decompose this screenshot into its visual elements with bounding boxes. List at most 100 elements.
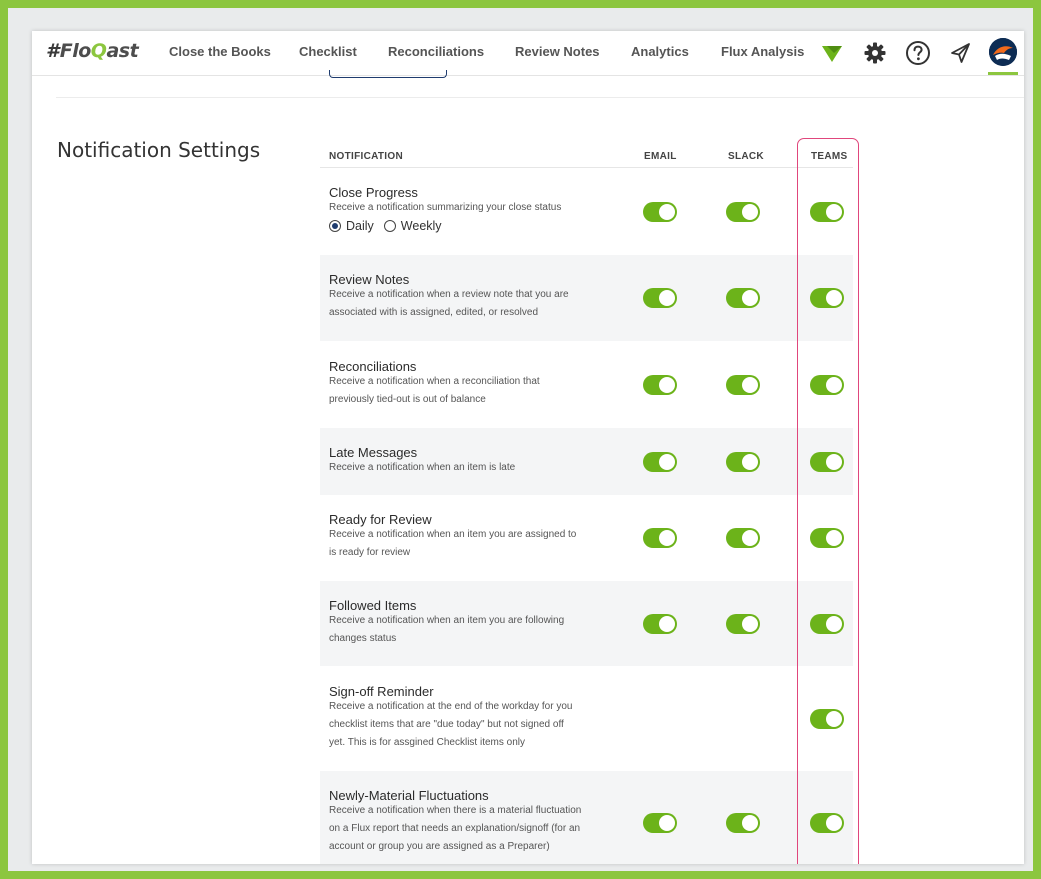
section-title: Notification Settings	[57, 138, 261, 162]
email-toggle[interactable]	[643, 528, 677, 548]
teams-toggle[interactable]	[810, 614, 844, 634]
send-icon[interactable]	[948, 40, 974, 66]
teams-toggle[interactable]	[810, 288, 844, 308]
email-toggle[interactable]	[643, 452, 677, 472]
radio-daily[interactable]: Daily	[329, 219, 374, 233]
toggle-knob	[826, 815, 842, 831]
notification-table: NOTIFICATION EMAIL SLACK TEAMS Close Pro…	[320, 148, 853, 864]
table-row: Reconciliations Receive a notification wh…	[320, 341, 853, 428]
notification-description: account or group you are assigned as a P…	[329, 841, 550, 852]
gear-icon[interactable]	[862, 40, 888, 66]
radio-button[interactable]	[383, 220, 396, 232]
toggle-knob	[659, 530, 675, 546]
teams-toggle[interactable]	[810, 375, 844, 395]
slack-toggle[interactable]	[726, 375, 760, 395]
table-body: Close Progress Receive a notification sum…	[320, 168, 853, 864]
toggle-knob	[826, 290, 842, 306]
screenshot-frame: # Flo Qast Close the Books Checklist Recon…	[8, 8, 1033, 871]
email-toggle[interactable]	[643, 288, 677, 308]
radio-button[interactable]	[329, 220, 341, 232]
toggle-knob	[826, 530, 842, 546]
logo-flo: Flo	[59, 40, 92, 62]
notification-title: Ready for Review	[329, 512, 432, 527]
teams-toggle[interactable]	[810, 528, 844, 548]
user-avatar-button[interactable]	[988, 38, 1018, 75]
toggle-knob	[742, 530, 758, 546]
slack-toggle[interactable]	[726, 202, 760, 222]
section-divider	[56, 97, 1024, 98]
header-teams: TEAMS	[811, 151, 848, 162]
notification-description: Receive a notification at the end of the…	[329, 701, 573, 712]
toggle-knob	[742, 204, 758, 220]
table-row: Ready for Review Receive a notification w…	[320, 495, 853, 581]
nav-checklist[interactable]: Checklist	[299, 44, 357, 59]
teams-toggle[interactable]	[810, 452, 844, 472]
notification-title: Late Messages	[329, 445, 418, 460]
notification-description: Receive a notification when an item you …	[329, 529, 577, 540]
floqast-logo[interactable]: # Flo Qast	[46, 38, 139, 64]
toggle-knob	[742, 616, 758, 632]
notification-title: Review Notes	[329, 272, 410, 287]
teams-toggle[interactable]	[810, 202, 844, 222]
email-toggle[interactable]	[643, 202, 677, 222]
radio-weekly[interactable]: Weekly	[383, 219, 442, 233]
toggle-knob	[826, 616, 842, 632]
toggle-knob	[742, 377, 758, 393]
teams-toggle[interactable]	[810, 709, 844, 729]
teams-toggle[interactable]	[810, 813, 844, 833]
app-window: # Flo Qast Close the Books Checklist Recon…	[32, 31, 1024, 864]
email-toggle[interactable]	[643, 813, 677, 833]
nav-analytics[interactable]: Analytics	[631, 44, 689, 59]
header-notification: NOTIFICATION	[329, 151, 403, 162]
notification-description: Receive a notification when a reconcilia…	[329, 376, 540, 387]
notification-description: Receive a notification when a review not…	[329, 289, 569, 300]
notification-title: Newly-Material Fluctuations	[329, 788, 489, 803]
notification-description: checklist items that are "due today" but…	[329, 719, 564, 730]
table-row: Review Notes Receive a notification when …	[320, 255, 853, 341]
toggle-knob	[659, 454, 675, 470]
frequency-radio-group: Daily Weekly	[329, 219, 452, 233]
notification-title: Close Progress	[329, 185, 418, 200]
nav-close-the-books[interactable]: Close the Books	[169, 44, 271, 59]
notification-description: previously tied-out is out of balance	[329, 394, 486, 405]
slack-toggle[interactable]	[726, 813, 760, 833]
settings-content: Notification Settings NOTIFICATION EMAIL…	[32, 70, 1024, 864]
notification-description: is ready for review	[329, 547, 411, 558]
radio-label: Weekly	[400, 219, 442, 233]
notification-title: Reconciliations	[329, 359, 417, 374]
table-row: Late Messages Receive a notification when…	[320, 428, 853, 495]
toggle-knob	[659, 290, 675, 306]
cut-off-button[interactable]	[329, 70, 447, 78]
toggle-knob	[742, 454, 758, 470]
help-icon[interactable]	[905, 40, 931, 66]
toggle-knob	[742, 815, 758, 831]
toggle-knob	[826, 711, 842, 727]
header-email: EMAIL	[644, 151, 677, 162]
toggle-knob	[659, 377, 675, 393]
slack-toggle[interactable]	[726, 528, 760, 548]
email-toggle[interactable]	[643, 614, 677, 634]
toggle-knob	[742, 290, 758, 306]
toggle-knob	[659, 616, 675, 632]
email-toggle[interactable]	[643, 375, 677, 395]
nav-flux-analysis[interactable]: Flux Analysis	[721, 44, 804, 59]
toggle-knob	[826, 454, 842, 470]
floqast-chevron-icon[interactable]	[819, 40, 845, 66]
notification-description: Receive a notification summarizing your …	[329, 202, 562, 213]
radio-label: Daily	[346, 219, 374, 233]
table-row: Sign-off Reminder Receive a notification …	[320, 666, 853, 771]
table-row: Followed Items Receive a notification whe…	[320, 581, 853, 666]
logo-ast: ast	[106, 40, 139, 62]
slack-toggle[interactable]	[726, 614, 760, 634]
notification-description: associated with is assigned, edited, or …	[329, 307, 539, 318]
toggle-knob	[659, 204, 675, 220]
slack-toggle[interactable]	[726, 288, 760, 308]
notification-title: Sign-off Reminder	[329, 684, 434, 699]
nav-reconciliations[interactable]: Reconciliations	[388, 44, 484, 59]
slack-toggle[interactable]	[726, 452, 760, 472]
nav-review-notes[interactable]: Review Notes	[515, 44, 600, 59]
avatar	[989, 38, 1017, 66]
active-indicator	[988, 72, 1018, 75]
notification-description: yet. This is for assgined Checklist item…	[329, 737, 526, 748]
notification-description: Receive a notification when an item is l…	[329, 462, 516, 473]
